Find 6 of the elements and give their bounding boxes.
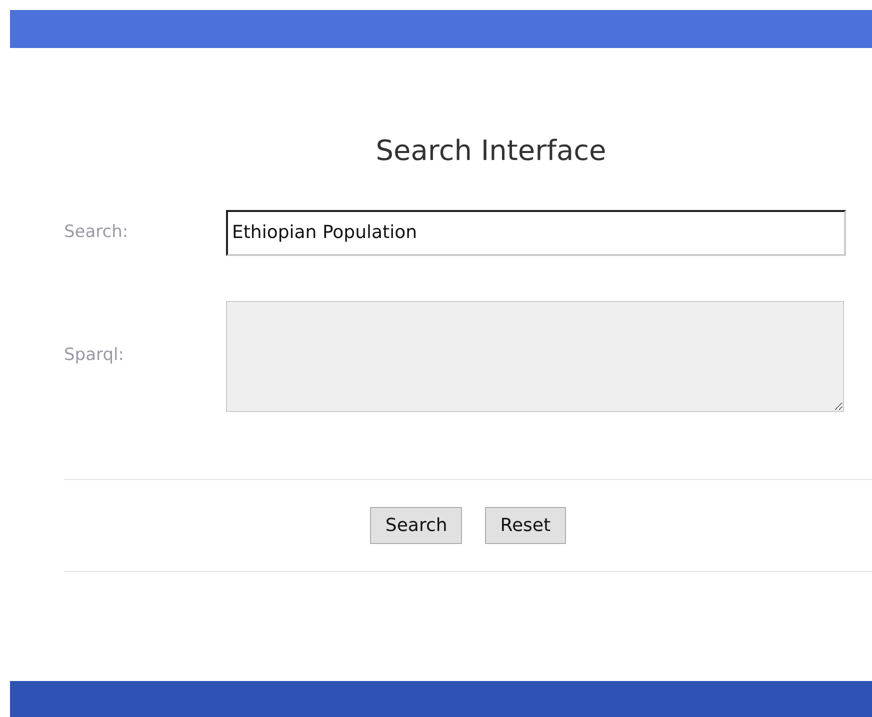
field-label: Sparql: (64, 344, 125, 368)
search-button[interactable]: Search (370, 506, 462, 544)
field-label: Search: (64, 220, 130, 244)
page-title: Search Interface (374, 134, 608, 168)
reset-button[interactable]: Reset (485, 506, 566, 544)
search-field[interactable]: Ethiopian Population (226, 210, 846, 256)
